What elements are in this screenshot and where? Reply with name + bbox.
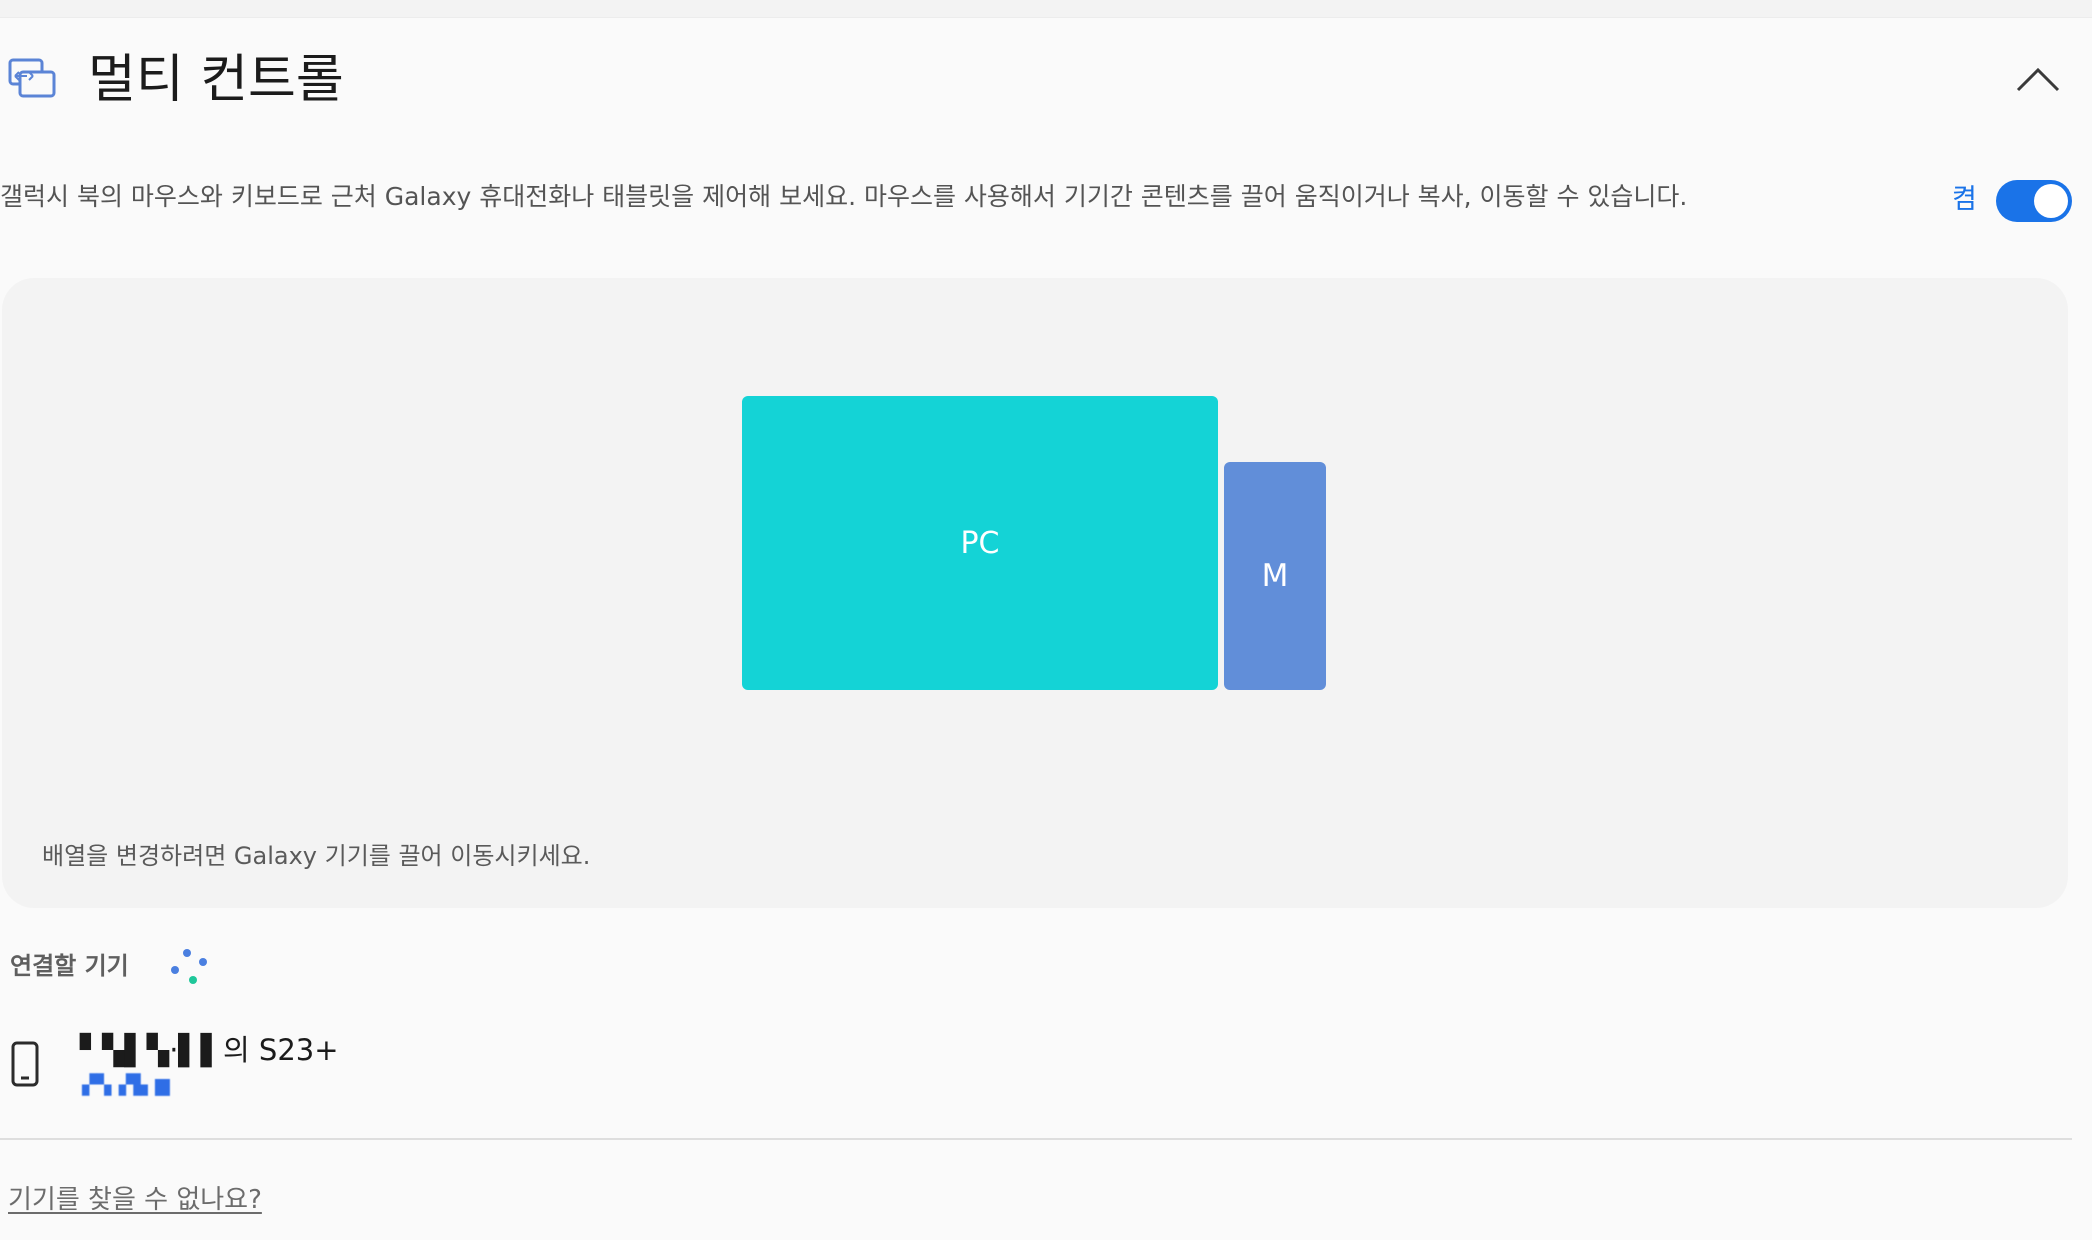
mobile-screen-block[interactable]: M (1224, 462, 1326, 690)
mobile-screen-label: M (1261, 558, 1289, 594)
device-not-found-link[interactable]: 기기를 찾을 수 없나요? (8, 1182, 262, 1218)
pc-screen-block[interactable]: PC (742, 396, 1218, 690)
feature-description: 갤럭시 북의 마우스와 키보드로 근처 Galaxy 휴대전화나 태블릿을 제어… (0, 182, 1688, 211)
loading-dots-icon (171, 949, 207, 984)
device-list-item[interactable]: ▘▚▌▚·▌▌의 S23+ ▞▚▗▜▖▆ (0, 1025, 2072, 1137)
list-divider (0, 1138, 2072, 1140)
devices-heading: 연결할 기기 (10, 952, 129, 980)
pc-screen-label: PC (960, 525, 1000, 561)
toggle-knob (2034, 184, 2068, 218)
top-strip (0, 0, 2092, 18)
phone-icon (11, 1041, 39, 1087)
multi-control-toggle[interactable] (1996, 180, 2072, 222)
section-title: 멀티 컨트롤 (88, 50, 344, 110)
multi-control-icon (8, 58, 56, 98)
device-status: ▞▚▗▜▖▆ (82, 1074, 170, 1096)
toggle-state-label: 켬 (1952, 184, 1977, 215)
collapse-button[interactable] (2010, 60, 2066, 100)
chevron-up-icon (2016, 67, 2060, 92)
arrangement-hint: 배열을 변경하려면 Galaxy 기기를 끌어 이동시키세요. (42, 842, 591, 870)
device-name: ▘▚▌▚·▌▌의 S23+ (80, 1033, 339, 1067)
